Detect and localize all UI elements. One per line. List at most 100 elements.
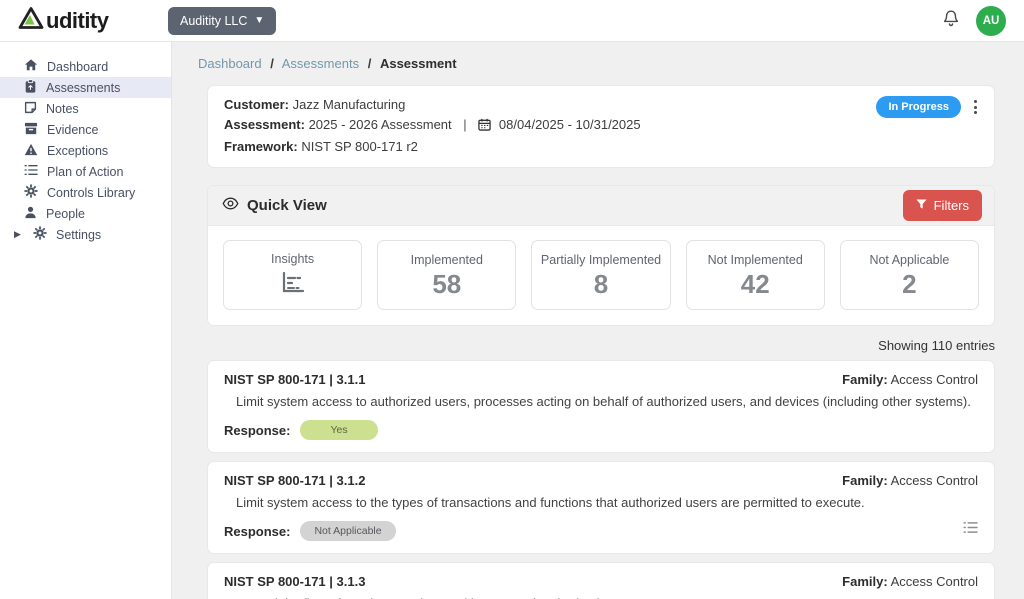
assessment-summary-card: Customer: Jazz Manufacturing Assessment:… bbox=[207, 85, 995, 168]
family-label: Family: bbox=[842, 473, 888, 488]
customer-line: Customer: Jazz Manufacturing bbox=[224, 95, 978, 115]
sidebar-item-settings[interactable]: ▶ Settings bbox=[0, 224, 171, 245]
response-badge-not-applicable: Not Applicable bbox=[300, 521, 396, 541]
framework-label: Framework: bbox=[224, 139, 298, 154]
stat-label: Partially Implemented bbox=[540, 253, 662, 267]
control-family: Family: Access Control bbox=[842, 574, 978, 589]
sidebar-item-controls-library[interactable]: Controls Library bbox=[0, 182, 171, 203]
note-icon bbox=[24, 101, 37, 117]
clipboard-icon bbox=[24, 79, 37, 96]
kebab-menu-icon[interactable] bbox=[971, 97, 980, 117]
control-family: Family: Access Control bbox=[842, 473, 978, 488]
breadcrumb-separator: / bbox=[270, 56, 274, 71]
sidebar-item-notes[interactable]: Notes bbox=[0, 98, 171, 119]
calendar-icon bbox=[478, 118, 492, 134]
stat-label: Implemented bbox=[410, 253, 483, 267]
sidebar-item-label: Exceptions bbox=[47, 143, 109, 158]
stat-value: 2 bbox=[902, 269, 917, 299]
stat-card-implemented[interactable]: Implemented 58 bbox=[377, 240, 517, 310]
person-icon bbox=[24, 206, 37, 222]
sidebar-item-label: Dashboard bbox=[47, 59, 109, 74]
sidebar-item-exceptions[interactable]: Exceptions bbox=[0, 140, 171, 161]
sidebar-item-evidence[interactable]: Evidence bbox=[0, 119, 171, 140]
control-description: Limit system access to the types of tran… bbox=[236, 495, 865, 510]
assessment-value: 2025 - 2026 Assessment bbox=[308, 117, 452, 132]
user-avatar[interactable]: AU bbox=[976, 5, 1006, 36]
quick-view-title: Quick View bbox=[247, 197, 327, 214]
response-label: Response: bbox=[224, 422, 291, 438]
sidebar-nav: Dashboard Assessments Notes Evidence Exc… bbox=[0, 42, 172, 599]
main-content: Dashboard / Assessments / Assessment Cus… bbox=[172, 42, 1024, 599]
stat-card-partially-implemented[interactable]: Partially Implemented 8 bbox=[531, 240, 671, 310]
framework-line: Framework: NIST SP 800-171 r2 bbox=[224, 137, 978, 157]
sidebar-item-label: Notes bbox=[46, 101, 79, 116]
expand-caret-icon: ▶ bbox=[14, 229, 21, 239]
filters-button[interactable]: Filters bbox=[902, 190, 982, 221]
control-id: NIST SP 800-171 | 3.1.3 bbox=[224, 574, 366, 589]
gear-icon bbox=[24, 184, 38, 201]
stat-card-insights[interactable]: Insights bbox=[223, 240, 363, 310]
org-selector-dropdown[interactable]: Auditity LLC ▼ bbox=[168, 6, 277, 35]
logo-triangle-icon bbox=[18, 6, 44, 35]
stat-value: 58 bbox=[432, 269, 462, 299]
task-list-icon bbox=[24, 164, 38, 179]
family-value: Access Control bbox=[890, 473, 978, 488]
control-id: NIST SP 800-171 | 3.1.2 bbox=[224, 473, 366, 488]
logo-text: uditity bbox=[46, 7, 109, 33]
family-label: Family: bbox=[842, 372, 888, 387]
stat-value: 42 bbox=[740, 269, 770, 299]
eye-icon bbox=[222, 196, 239, 216]
home-icon bbox=[24, 58, 38, 75]
archive-icon bbox=[24, 122, 38, 138]
customer-label: Customer: bbox=[224, 97, 290, 112]
status-badge[interactable]: In Progress bbox=[876, 96, 961, 118]
warning-icon bbox=[24, 143, 38, 159]
control-entry-3-1-1[interactable]: NIST SP 800-171 | 3.1.1 Family: Access C… bbox=[207, 360, 995, 453]
family-value: Access Control bbox=[890, 574, 978, 589]
breadcrumb-link-assessments[interactable]: Assessments bbox=[282, 56, 359, 71]
quick-view-card: Quick View Filters Insights Implemented … bbox=[207, 185, 995, 326]
control-entry-3-1-3[interactable]: NIST SP 800-171 | 3.1.3 Family: Access C… bbox=[207, 562, 995, 599]
stat-label: Not Implemented bbox=[707, 253, 803, 267]
stat-card-not-implemented[interactable]: Not Implemented 42 bbox=[685, 240, 825, 310]
separator: | bbox=[463, 117, 467, 132]
sidebar-item-plan-of-action[interactable]: Plan of Action bbox=[0, 161, 171, 182]
response-label: Response: bbox=[224, 523, 291, 539]
breadcrumb-separator: / bbox=[367, 56, 372, 71]
control-entry-3-1-2[interactable]: NIST SP 800-171 | 3.1.2 Family: Access C… bbox=[207, 461, 995, 554]
sidebar-item-label: Plan of Action bbox=[47, 164, 124, 179]
control-id: NIST SP 800-171 | 3.1.1 bbox=[224, 372, 366, 387]
app-logo: uditity bbox=[0, 6, 158, 35]
breadcrumb-current: Assessment bbox=[379, 56, 457, 71]
quick-view-header: Quick View Filters bbox=[208, 186, 994, 226]
sidebar-item-label: Settings bbox=[56, 227, 102, 242]
stat-label: Not Applicable bbox=[869, 253, 950, 267]
date-range: 08/04/2025 - 10/31/2025 bbox=[498, 117, 641, 132]
customer-value: Jazz Manufacturing bbox=[292, 97, 406, 112]
gear-icon bbox=[33, 226, 47, 243]
control-family: Family: Access Control bbox=[842, 372, 978, 387]
stat-card-not-applicable[interactable]: Not Applicable 2 bbox=[839, 240, 980, 310]
entries-count: Showing 110 entries bbox=[878, 338, 995, 353]
stat-value: 8 bbox=[593, 269, 609, 299]
top-header: uditity Auditity LLC ▼ AU bbox=[0, 0, 1024, 42]
family-label: Family: bbox=[842, 574, 888, 589]
filter-funnel-icon bbox=[916, 198, 927, 213]
chevron-down-icon: ▼ bbox=[254, 15, 265, 26]
control-description: Limit system access to authorized users,… bbox=[236, 394, 971, 409]
breadcrumb: Dashboard / Assessments / Assessment bbox=[198, 56, 995, 71]
assessment-label: Assessment: bbox=[224, 117, 305, 132]
breadcrumb-link-dashboard[interactable]: Dashboard bbox=[198, 56, 262, 71]
task-list-icon[interactable] bbox=[963, 521, 978, 539]
sidebar-item-people[interactable]: People bbox=[0, 203, 171, 224]
response-badge-yes: Yes bbox=[300, 420, 378, 440]
assessment-line: Assessment: 2025 - 2026 Assessment | 08/… bbox=[224, 115, 978, 137]
sidebar-item-assessments[interactable]: Assessments bbox=[0, 77, 171, 98]
sidebar-item-dashboard[interactable]: Dashboard bbox=[0, 56, 171, 77]
filters-button-label: Filters bbox=[933, 198, 969, 213]
bar-chart-icon bbox=[280, 270, 306, 299]
framework-value: NIST SP 800-171 r2 bbox=[301, 139, 418, 154]
notifications-bell-icon[interactable] bbox=[942, 9, 960, 33]
org-selector-label: Auditity LLC bbox=[180, 13, 248, 28]
stat-label: Insights bbox=[271, 251, 315, 266]
